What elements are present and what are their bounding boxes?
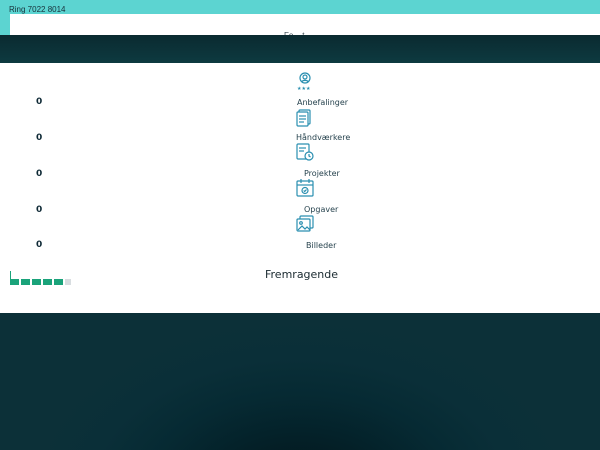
rating-marker [10, 271, 11, 279]
star-icon [21, 279, 30, 285]
stat-value-opgaver: 0 [36, 205, 43, 215]
stat-value-handvaerkere: 0 [36, 133, 43, 143]
stat-label-anbefalinger: Anbefalinger [297, 98, 349, 107]
footer-background [0, 313, 600, 450]
images-icon [295, 214, 315, 234]
star-empty-icon [65, 279, 71, 285]
star-icon [54, 279, 63, 285]
star-icon [32, 279, 41, 285]
trust-stars[interactable] [10, 279, 71, 285]
stat-label-handvaerkere: Håndværkere [296, 133, 351, 142]
stat-value-projekter: 0 [36, 169, 43, 179]
user-rating-icon: ★★★ [295, 71, 315, 91]
hero-band [0, 35, 600, 63]
header-strip [10, 14, 600, 35]
phone-link[interactable]: Ring 7022 8014 [9, 5, 66, 15]
top-bar [0, 0, 600, 35]
rating-label: Fremragende [265, 268, 339, 281]
stat-label-projekter: Projekter [304, 169, 340, 178]
star-icon [43, 279, 52, 285]
stat-value-billeder: 0 [36, 240, 43, 250]
stat-label-billeder: Billeder [306, 241, 337, 250]
project-clock-icon [295, 142, 315, 162]
documents-icon [295, 107, 315, 127]
star-icon [10, 279, 19, 285]
stat-label-opgaver: Opgaver [304, 205, 339, 214]
stat-value-anbefalinger: 0 [36, 97, 43, 107]
calendar-check-icon [295, 178, 315, 198]
svg-text:★★★: ★★★ [297, 86, 311, 91]
